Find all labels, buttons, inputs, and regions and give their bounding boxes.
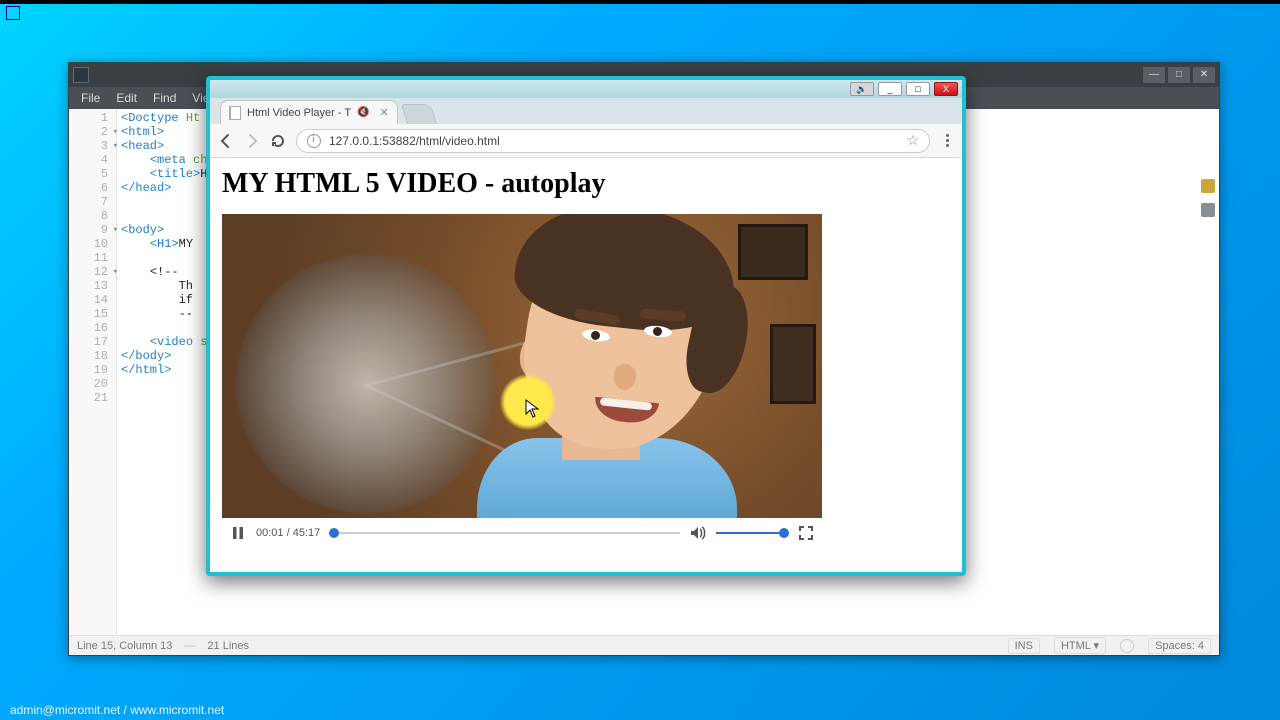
- editor-gutter: 123456789101112131415161718192021: [69, 109, 117, 635]
- back-button[interactable]: [218, 133, 234, 149]
- editor-side-handles: [1199, 179, 1217, 217]
- tab-mute-icon[interactable]: 🔇: [357, 107, 369, 118]
- reload-button[interactable]: [270, 133, 286, 149]
- status-ins[interactable]: INS: [1008, 638, 1040, 654]
- browser-menu-button[interactable]: [940, 134, 954, 147]
- browser-close-button[interactable]: X: [934, 82, 958, 96]
- footer-text: admin@micromit.net / www.micromit.net: [0, 700, 234, 720]
- page-content: MY HTML 5 VIDEO - autoplay: [210, 158, 962, 572]
- video-frame[interactable]: [222, 214, 822, 518]
- video-player: 00:01 / 45:17: [222, 214, 822, 548]
- desktop-icon[interactable]: [6, 6, 20, 20]
- status-lang[interactable]: HTML ▾: [1054, 637, 1106, 654]
- fullscreen-button[interactable]: [798, 525, 814, 541]
- editor-statusbar: Line 15, Column 13 — 21 Lines INS HTML ▾…: [69, 635, 1219, 655]
- browser-window: 🔈 _ □ X Html Video Player - T 🔇 ✕: [206, 76, 966, 576]
- browser-tab[interactable]: Html Video Player - T 🔇 ✕: [220, 100, 398, 124]
- menu-find[interactable]: Find: [147, 89, 182, 107]
- top-edge: [0, 0, 1280, 4]
- status-lines: 21 Lines: [207, 640, 249, 652]
- volume-icon[interactable]: [690, 525, 706, 541]
- bookmark-star-icon[interactable]: ☆: [906, 132, 919, 149]
- editor-close-button[interactable]: ✕: [1193, 67, 1215, 83]
- site-info-icon[interactable]: [307, 134, 321, 148]
- tab-title: Html Video Player - T: [247, 107, 351, 119]
- tab-favicon-icon: [229, 106, 241, 120]
- time-display: 00:01 / 45:17: [256, 527, 320, 539]
- menu-edit[interactable]: Edit: [110, 89, 143, 107]
- status-encoding-icon[interactable]: [1120, 639, 1134, 653]
- seek-slider[interactable]: [330, 526, 680, 540]
- browser-mute-button[interactable]: 🔈: [850, 82, 874, 96]
- editor-app-icon: [73, 67, 89, 83]
- menu-file[interactable]: File: [75, 89, 106, 107]
- desktop: — □ ✕ File Edit Find View 12345678910111…: [0, 0, 1280, 720]
- volume-slider[interactable]: [716, 526, 788, 540]
- pause-button[interactable]: [230, 525, 246, 541]
- status-position: Line 15, Column 13: [77, 640, 172, 652]
- editor-maximize-button[interactable]: □: [1168, 67, 1190, 83]
- handle-icon[interactable]: [1201, 179, 1215, 193]
- tab-close-icon[interactable]: ✕: [380, 106, 389, 119]
- new-tab-button[interactable]: [401, 104, 437, 124]
- handle-icon[interactable]: [1201, 203, 1215, 217]
- browser-toolbar: 127.0.0.1:53882/html/video.html ☆: [210, 124, 962, 158]
- browser-tabstrip: Html Video Player - T 🔇 ✕: [210, 98, 962, 124]
- browser-maximize-button[interactable]: □: [906, 82, 930, 96]
- browser-titlebar[interactable]: 🔈 _ □ X: [210, 80, 962, 98]
- editor-minimize-button[interactable]: —: [1143, 67, 1165, 83]
- forward-button[interactable]: [244, 133, 260, 149]
- status-spaces[interactable]: Spaces: 4: [1148, 638, 1211, 654]
- browser-minimize-button[interactable]: _: [878, 82, 902, 96]
- url-text: 127.0.0.1:53882/html/video.html: [329, 134, 500, 148]
- address-bar[interactable]: 127.0.0.1:53882/html/video.html ☆: [296, 129, 930, 153]
- video-controls: 00:01 / 45:17: [222, 518, 822, 548]
- page-heading: MY HTML 5 VIDEO - autoplay: [222, 168, 950, 200]
